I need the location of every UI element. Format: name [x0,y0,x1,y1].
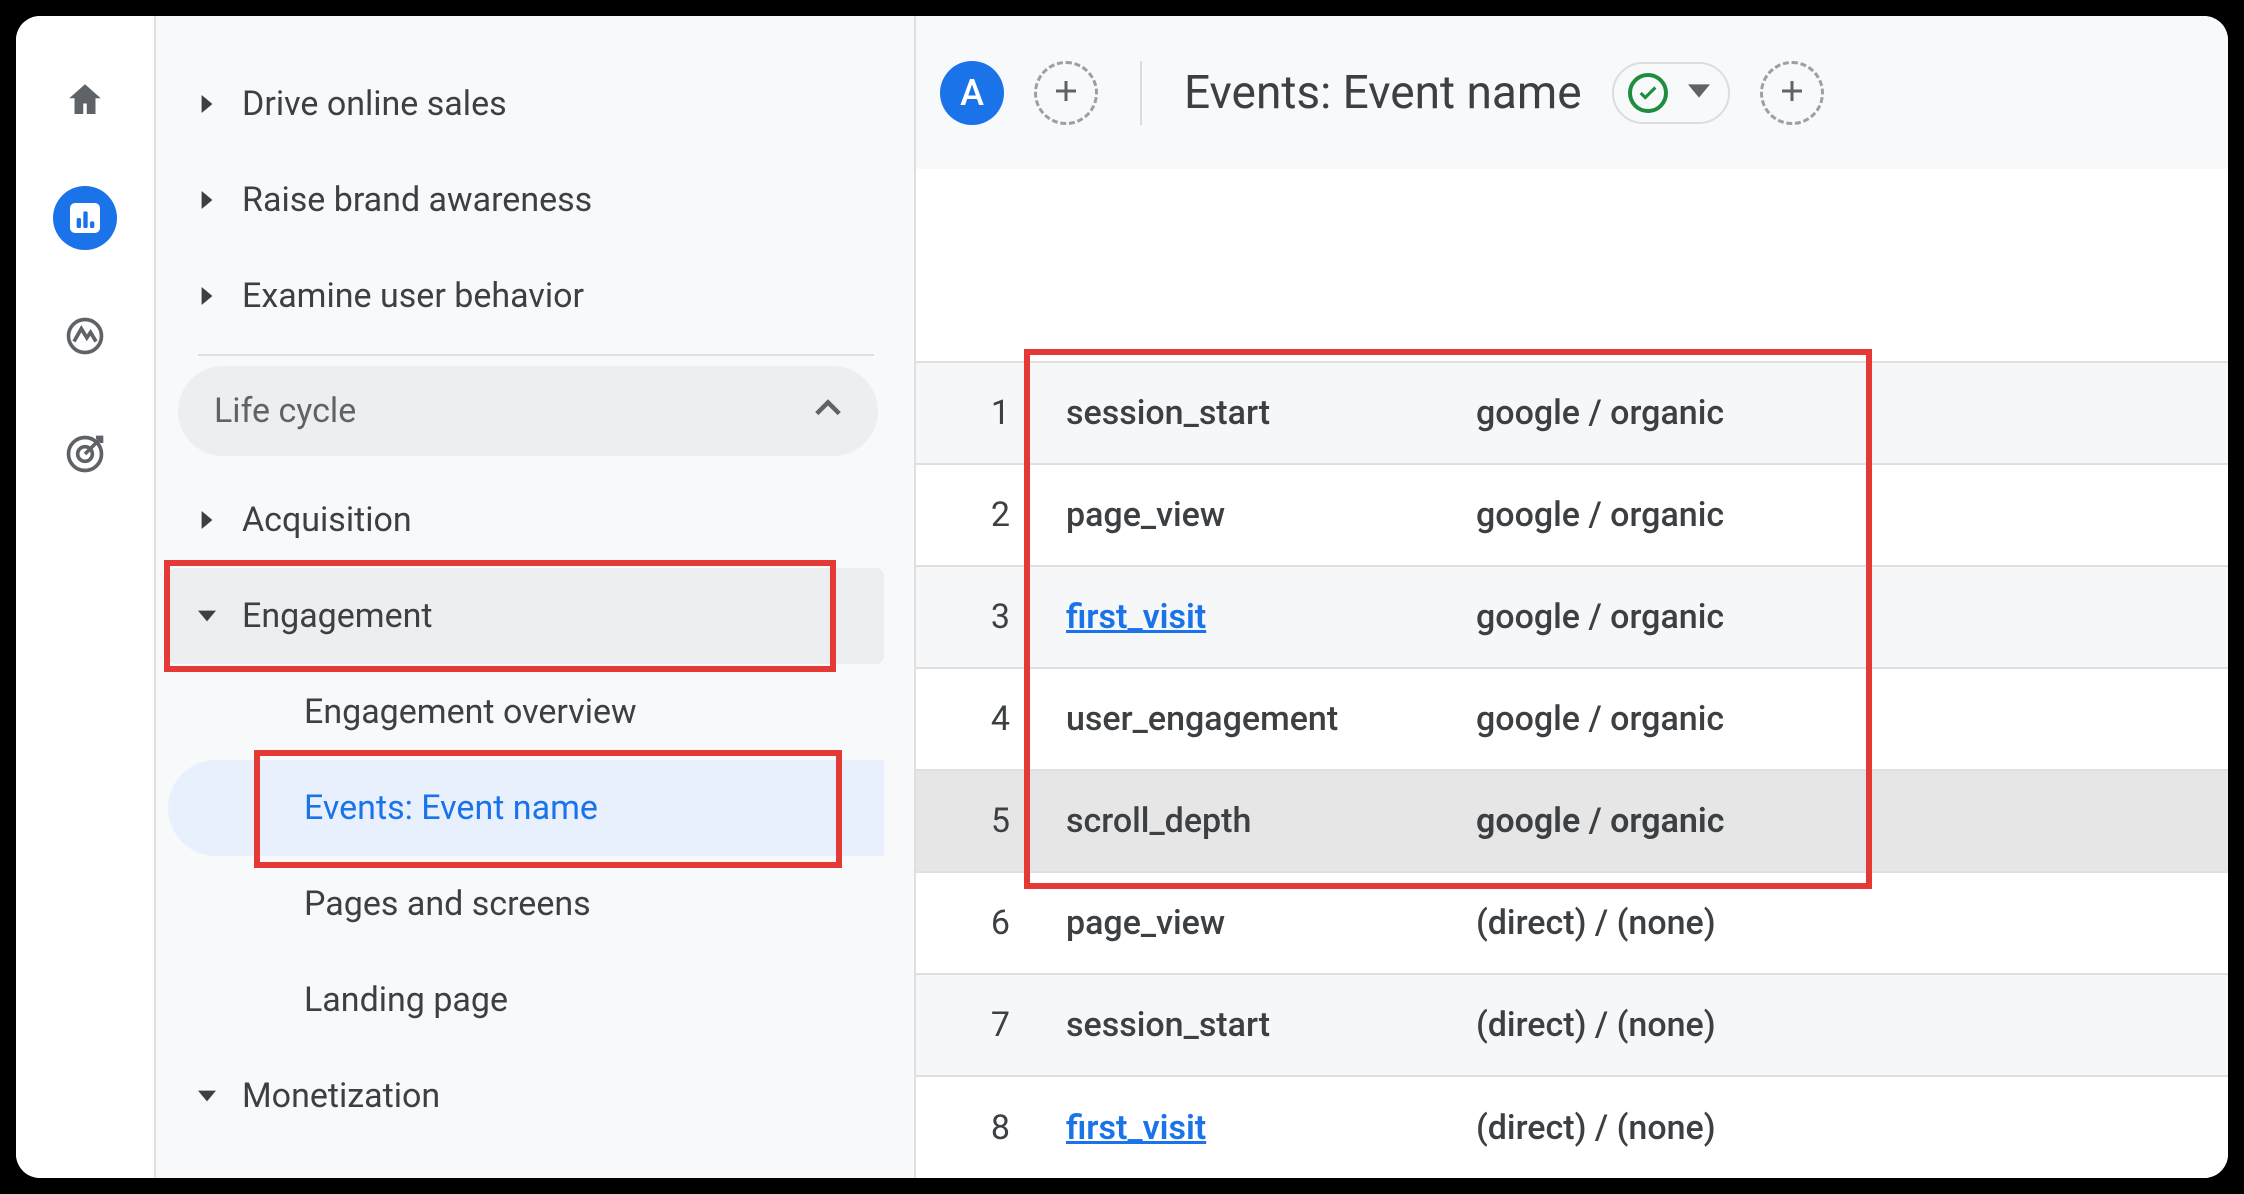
check-circle-icon [1628,73,1668,113]
event-link[interactable]: first_visit [1066,597,1206,637]
event-link[interactable]: first_visit [1066,1108,1206,1148]
sidebar-item-user-behavior[interactable]: Examine user behavior [168,248,884,344]
row-index: 5 [916,770,1066,872]
row-index: 6 [916,872,1066,974]
source-medium-cell: (direct) / (none) [1476,872,2228,974]
main: A Events: Event name [916,16,2228,1178]
add-filter-button[interactable] [1760,61,1824,125]
table-row[interactable]: 8first_visit (direct) / (none) [916,1076,2228,1178]
source-medium-cell: google / organic [1476,464,2228,566]
sidebar-item-acquisition[interactable]: Acquisition [168,472,884,568]
source-medium-cell: google / organic [1476,362,2228,464]
table-row[interactable]: 1session_startgoogle / organic [916,362,2228,464]
source-medium-cell: google / organic [1476,770,2228,872]
sidebar-item-label: Drive online sales [242,84,507,124]
table-row[interactable]: 6page_view(direct) / (none) [916,872,2228,974]
source-medium-cell: (direct) / (none) [1476,974,2228,1076]
report-content: 1session_startgoogle / organic2page_view… [916,169,2228,1178]
nav-rail [16,16,156,1178]
sidebar-section-lifecycle[interactable]: Life cycle [178,366,878,456]
advertising-icon[interactable] [53,422,117,486]
sidebar-item-label: Events: Event name [304,788,598,828]
row-index: 2 [916,464,1066,566]
event-name-cell: scroll_depth [1066,770,1476,872]
sidebar-item-label: Engagement overview [304,692,637,732]
sidebar: Drive online sales Raise brand awareness… [156,16,916,1178]
events-table: 1session_startgoogle / organic2page_view… [916,361,2228,1178]
comparison-badge-a[interactable]: A [940,61,1004,125]
event-name-cell: page_view [1066,872,1476,974]
table-row[interactable]: 4user_engagementgoogle / organic [916,668,2228,770]
event-name-cell: user_engagement [1066,668,1476,770]
sidebar-item-monetization[interactable]: Monetization [168,1048,884,1144]
sidebar-item-label: Landing page [304,980,508,1020]
row-index: 1 [916,362,1066,464]
sidebar-item-engagement[interactable]: Engagement [168,568,884,664]
chevron-down-icon [198,1087,242,1105]
add-comparison-button[interactable] [1034,61,1098,125]
row-index: 3 [916,566,1066,668]
plus-icon [1051,68,1081,117]
source-medium-cell: google / organic [1476,566,2228,668]
row-index: 4 [916,668,1066,770]
event-name-cell: first_visit [1066,566,1476,668]
source-medium-cell: (direct) / (none) [1476,1076,2228,1178]
sidebar-item-brand-awareness[interactable]: Raise brand awareness [168,152,884,248]
chevron-right-icon [198,287,242,305]
sidebar-section-label: Life cycle [214,391,356,431]
separator [1140,61,1142,125]
sidebar-item-label: Acquisition [242,500,412,540]
sidebar-sub-pages-screens[interactable]: Pages and screens [168,856,884,952]
home-icon[interactable] [53,68,117,132]
event-name-cell: session_start [1066,974,1476,1076]
row-index: 8 [916,1076,1066,1178]
badge-label: A [960,72,984,114]
table-row[interactable]: 3first_visit google / organic [916,566,2228,668]
sidebar-item-label: Monetization [242,1076,440,1116]
sidebar-item-label: Raise brand awareness [242,180,592,220]
sidebar-sub-events[interactable]: Events: Event name [168,760,884,856]
sidebar-sub-landing-page[interactable]: Landing page [168,952,884,1048]
source-medium-cell: google / organic [1476,668,2228,770]
event-name-cell: page_view [1066,464,1476,566]
sidebar-item-label: Pages and screens [304,884,591,924]
table-row[interactable]: 5scroll_depthgoogle / organic [916,770,2228,872]
chevron-right-icon [198,191,242,209]
chevron-down-icon [198,607,242,625]
reports-icon[interactable] [53,186,117,250]
divider [198,354,874,356]
explore-icon[interactable] [53,304,117,368]
toolbar: A Events: Event name [916,16,2228,169]
sidebar-item-label: Examine user behavior [242,276,584,316]
table-row[interactable]: 2page_viewgoogle / organic [916,464,2228,566]
plus-icon [1777,68,1807,117]
page-title: Events: Event name [1184,66,1582,120]
sidebar-sub-engagement-overview[interactable]: Engagement overview [168,664,884,760]
chevron-up-icon [814,391,842,431]
sidebar-item-drive-sales[interactable]: Drive online sales [168,56,884,152]
filter-pill[interactable] [1612,62,1730,124]
chevron-down-icon [1688,80,1710,106]
table-row[interactable]: 7session_start(direct) / (none) [916,974,2228,1076]
event-name-cell: session_start [1066,362,1476,464]
chevron-right-icon [198,511,242,529]
sidebar-item-label: Engagement [242,596,433,636]
chevron-right-icon [198,95,242,113]
event-name-cell: first_visit [1066,1076,1476,1178]
row-index: 7 [916,974,1066,1076]
